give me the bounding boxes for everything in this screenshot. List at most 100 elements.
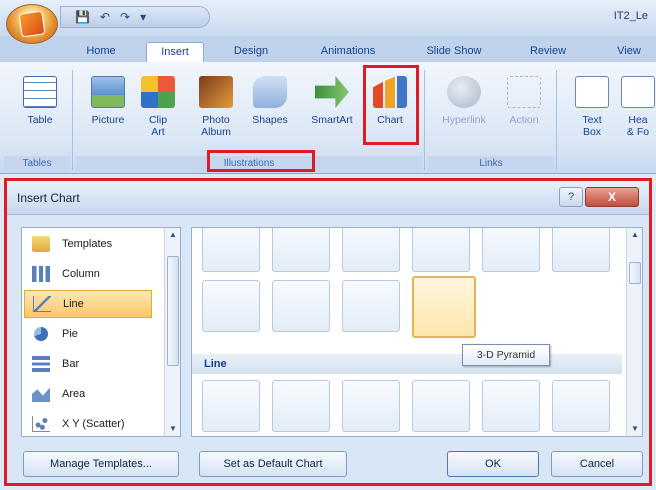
- chart-thumbnail[interactable]: [202, 380, 260, 432]
- smartart-icon: [315, 76, 349, 108]
- chart-thumbnail[interactable]: [272, 380, 330, 432]
- column-chart-icon: [32, 266, 50, 282]
- group-label-tables: Tables: [4, 156, 70, 172]
- chart-thumbnail[interactable]: [482, 380, 540, 432]
- document-title: IT2_Le: [613, 10, 648, 22]
- category-pie[interactable]: Pie: [24, 320, 152, 348]
- action-button[interactable]: Action: [500, 68, 548, 154]
- photo-album-button[interactable]: Photo Album: [192, 68, 240, 154]
- category-column[interactable]: Column: [24, 260, 152, 288]
- category-label: Templates: [62, 238, 113, 250]
- chart-thumbnail[interactable]: [342, 280, 400, 332]
- category-area[interactable]: Area: [24, 380, 152, 408]
- group-label-links: Links: [428, 156, 554, 172]
- hyperlink-label: Hyperlink: [442, 114, 486, 126]
- chart-thumbnail[interactable]: [412, 380, 470, 432]
- text-box-button[interactable]: Text Box: [568, 68, 616, 154]
- chart-thumbnail[interactable]: [342, 228, 400, 272]
- illustrations-highlight-box: [207, 150, 315, 172]
- tab-insert[interactable]: Insert: [146, 42, 204, 62]
- clip-art-label: Clip Art: [148, 114, 168, 138]
- scatter-chart-icon: [32, 416, 50, 432]
- category-label: Column: [62, 268, 100, 280]
- picture-button[interactable]: Picture: [84, 68, 132, 154]
- bar-chart-icon: [32, 356, 50, 372]
- undo-icon[interactable]: ↶: [100, 10, 110, 24]
- category-bar[interactable]: Bar: [24, 350, 152, 378]
- insert-chart-dialog: Insert Chart ? X Templates Column Line P…: [4, 178, 652, 486]
- category-templates[interactable]: Templates: [24, 230, 152, 258]
- scroll-up-icon[interactable]: ▲: [627, 228, 642, 242]
- group-separator: [556, 70, 557, 170]
- cancel-button[interactable]: Cancel: [551, 451, 643, 477]
- picture-icon: [91, 76, 125, 108]
- chart-thumbnail[interactable]: [482, 228, 540, 272]
- tab-home[interactable]: Home: [76, 42, 126, 62]
- chart-thumbnail[interactable]: [552, 228, 610, 272]
- chart-thumbnail[interactable]: [552, 380, 610, 432]
- powerpoint-window: 💾 ↶ ↷ ▾ IT2_Le Home Insert Design Animat…: [0, 0, 656, 490]
- tab-review[interactable]: Review: [520, 42, 576, 62]
- chart-thumbnail-3d-pyramid[interactable]: [412, 276, 476, 338]
- set-default-chart-button[interactable]: Set as Default Chart: [199, 451, 347, 477]
- chart-thumbnail[interactable]: [202, 280, 260, 332]
- close-button[interactable]: X: [585, 187, 639, 207]
- group-separator: [72, 70, 73, 170]
- tab-design[interactable]: Design: [222, 42, 280, 62]
- shapes-icon: [253, 76, 287, 108]
- table-button[interactable]: Table: [16, 68, 64, 154]
- hyperlink-button[interactable]: Hyperlink: [436, 68, 492, 154]
- chart-gallery: Line 3-D Pyramid ▲ ▼: [191, 227, 643, 437]
- chart-thumbnail[interactable]: [272, 280, 330, 332]
- scroll-down-icon[interactable]: ▼: [627, 422, 642, 436]
- gallery-scrollbar[interactable]: ▲ ▼: [626, 228, 642, 436]
- chart-thumbnail[interactable]: [272, 228, 330, 272]
- header-footer-button[interactable]: Hea & Fo: [620, 68, 656, 154]
- redo-icon[interactable]: ↷: [120, 10, 130, 24]
- photo-album-icon: [199, 76, 233, 108]
- folder-icon: [32, 236, 50, 252]
- tooltip: 3-D Pyramid: [462, 344, 550, 366]
- category-scrollbar[interactable]: ▲ ▼: [164, 228, 180, 436]
- scroll-thumb[interactable]: [167, 256, 179, 366]
- scroll-down-icon[interactable]: ▼: [165, 422, 180, 436]
- category-label: Line: [63, 298, 84, 310]
- category-label: Area: [62, 388, 86, 400]
- header-footer-icon: [621, 76, 655, 108]
- header-footer-label: Hea & Fo: [626, 114, 650, 138]
- area-chart-icon: [32, 387, 50, 402]
- smartart-button[interactable]: SmartArt: [306, 68, 358, 154]
- tab-animations[interactable]: Animations: [306, 42, 390, 62]
- chart-thumbnail[interactable]: [342, 380, 400, 432]
- ok-button[interactable]: OK: [447, 451, 539, 477]
- chart-category-list: Templates Column Line Pie Bar Area X Y (…: [21, 227, 181, 437]
- office-button[interactable]: [6, 4, 58, 44]
- text-box-label: Text Box: [582, 114, 602, 138]
- scroll-up-icon[interactable]: ▲: [165, 228, 180, 242]
- quick-access-toolbar: 💾 ↶ ↷ ▾: [60, 6, 210, 28]
- scroll-thumb[interactable]: [629, 262, 641, 284]
- line-chart-icon: [33, 296, 51, 312]
- help-button[interactable]: ?: [559, 187, 583, 207]
- action-icon: [507, 76, 541, 108]
- category-scatter[interactable]: X Y (Scatter): [24, 410, 152, 436]
- table-label: Table: [27, 114, 53, 126]
- tab-slide-show[interactable]: Slide Show: [414, 42, 494, 62]
- tab-view[interactable]: View: [604, 42, 654, 62]
- chart-thumbnail[interactable]: [202, 228, 260, 272]
- group-separator: [424, 70, 425, 170]
- pie-chart-icon: [34, 327, 48, 341]
- category-line[interactable]: Line: [24, 290, 152, 318]
- shapes-label: Shapes: [252, 114, 288, 126]
- shapes-button[interactable]: Shapes: [246, 68, 294, 154]
- ribbon-tabs: Home Insert Design Animations Slide Show…: [0, 36, 656, 62]
- dialog-title: Insert Chart: [17, 191, 80, 205]
- clip-art-button[interactable]: Clip Art: [134, 68, 182, 154]
- clip-art-icon: [141, 76, 175, 108]
- chart-thumbnail[interactable]: [412, 228, 470, 272]
- save-icon[interactable]: 💾: [75, 10, 90, 24]
- customize-icon[interactable]: ▾: [140, 10, 146, 24]
- manage-templates-button[interactable]: Manage Templates...: [23, 451, 179, 477]
- hyperlink-icon: [447, 76, 481, 108]
- category-label: Bar: [62, 358, 80, 370]
